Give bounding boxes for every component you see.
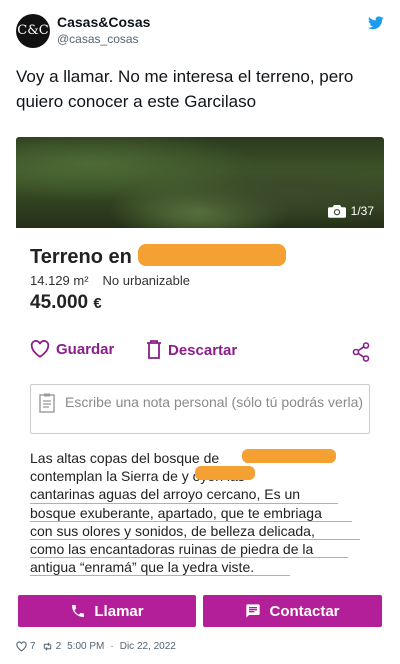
- author-name[interactable]: Casas&Cosas: [57, 14, 150, 30]
- note-placeholder: Escribe una nota personal (sólo tú podrá…: [65, 394, 364, 410]
- listing-area: 14.129 m²: [30, 273, 89, 288]
- retweet-button[interactable]: 2: [42, 641, 62, 652]
- trash-icon: [147, 340, 161, 359]
- retweet-icon: [43, 642, 51, 651]
- tweet-footer: 7 2 5:00 PM · Dic 22, 2022: [16, 641, 176, 652]
- contact-actions: Llamar Contactar: [18, 595, 382, 627]
- listing-price: 45.000 €: [30, 292, 102, 314]
- heart-icon: [30, 340, 50, 358]
- contact-button-label: Contactar: [269, 602, 340, 620]
- highlight-underline: [30, 503, 338, 504]
- author-handle[interactable]: @casas_cosas: [57, 32, 139, 46]
- tweet-header: C&C Casas&Cosas @casas_cosas: [16, 14, 384, 54]
- highlight-underline: [30, 539, 360, 540]
- description-line: bosque exuberante, apartado, que te embr…: [30, 504, 322, 521]
- discard-button[interactable]: Descartar: [146, 340, 237, 360]
- listing-title: Terreno en: [30, 246, 132, 268]
- retweet-count: 2: [55, 641, 62, 652]
- listing-screenshot: 1/37 Terreno en 14.129 m² No urbanizable…: [16, 137, 384, 631]
- chat-icon: [246, 604, 261, 618]
- redaction-mark: [242, 449, 336, 463]
- like-count: 7: [30, 641, 36, 652]
- personal-note-field[interactable]: Escribe una nota personal (sólo tú podrá…: [30, 384, 370, 434]
- note-icon: [39, 393, 55, 413]
- call-button-label: Llamar: [94, 602, 144, 620]
- photo-counter: 1/37: [327, 204, 374, 218]
- avatar[interactable]: C&C: [16, 14, 50, 48]
- price-currency: €: [93, 295, 102, 312]
- description-line: antigua “enramá” que la yedra viste.: [30, 559, 255, 576]
- heart-icon: [16, 641, 27, 652]
- description-line: como las encantadoras ruinas de piedra d…: [30, 541, 314, 558]
- description-line: cantarinas aguas del arroyo cercano, Es …: [30, 486, 301, 503]
- photo-counter-label: 1/37: [350, 204, 374, 218]
- save-button-label: Guardar: [56, 340, 115, 358]
- listing-meta: 14.129 m² No urbanizable: [30, 273, 190, 288]
- highlight-underline: [30, 557, 348, 558]
- redaction-mark: [138, 244, 286, 266]
- discard-button-label: Descartar: [168, 341, 238, 359]
- tweet-date[interactable]: Dic 22, 2022: [120, 641, 176, 652]
- contact-button[interactable]: Contactar: [203, 595, 382, 627]
- tweet-time[interactable]: 5:00 PM: [67, 641, 104, 652]
- camera-icon: [327, 205, 346, 218]
- highlight-underline: [30, 521, 352, 522]
- call-button[interactable]: Llamar: [18, 595, 196, 627]
- separator-dot: ·: [110, 641, 114, 652]
- share-icon[interactable]: [352, 342, 370, 362]
- listing-actions: Guardar Descartar: [30, 340, 370, 364]
- phone-icon: [72, 605, 85, 617]
- highlight-underline: [30, 575, 290, 576]
- redaction-mark: [195, 466, 255, 480]
- description-line: con sus olores y sonidos, de belleza del…: [30, 522, 315, 539]
- price-value: 45.000: [30, 292, 89, 313]
- listing-status: No urbanizable: [102, 273, 190, 288]
- tweet-text: Voy a llamar. No me interesa el terreno,…: [16, 67, 354, 111]
- like-button[interactable]: 7: [16, 641, 36, 652]
- listing-photo[interactable]: 1/37: [16, 137, 384, 228]
- twitter-bird-icon[interactable]: [368, 16, 384, 30]
- save-button[interactable]: Guardar: [30, 340, 114, 358]
